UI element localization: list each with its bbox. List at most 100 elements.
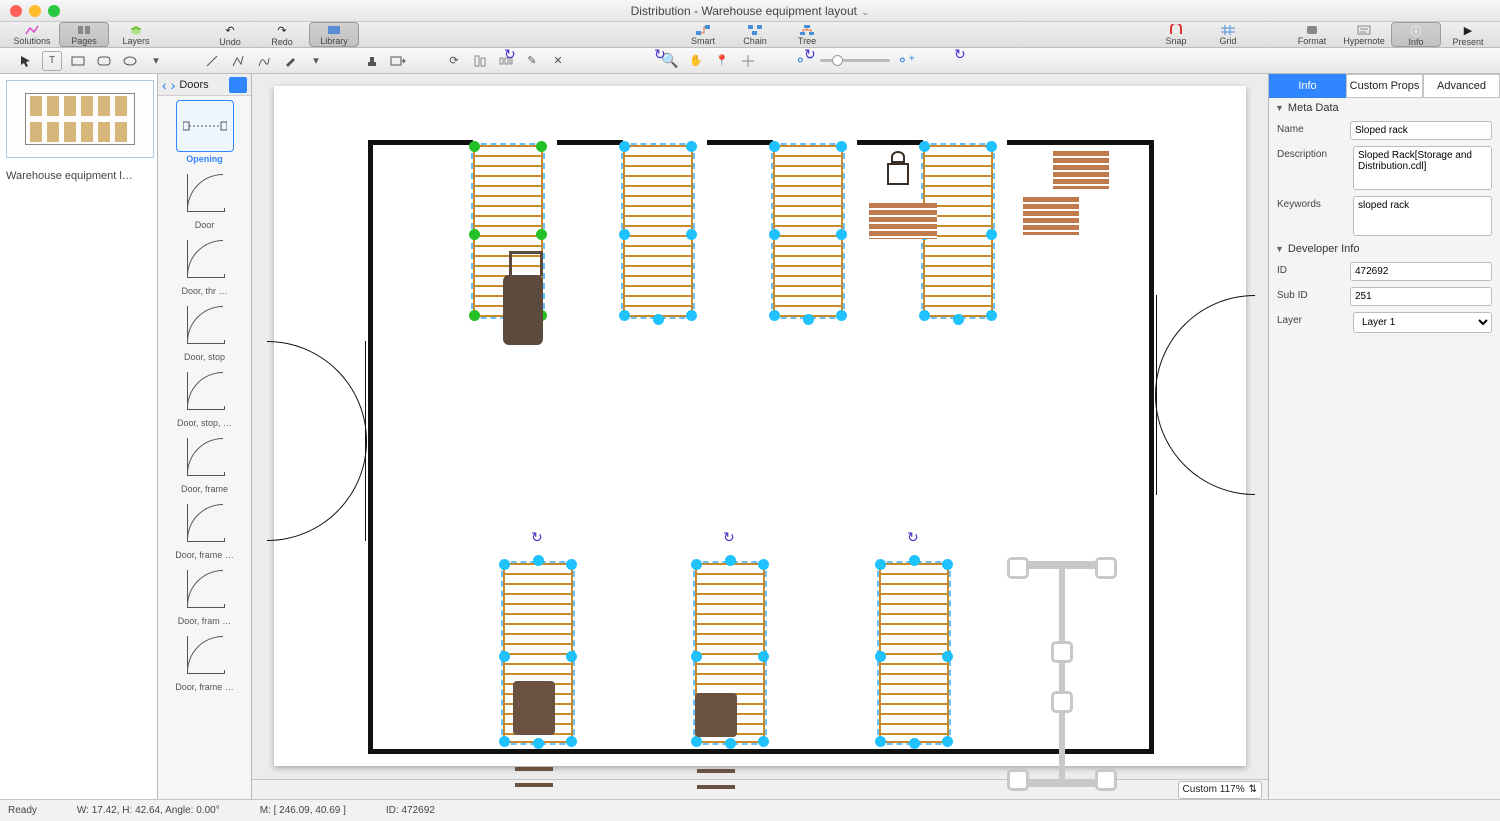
stencil-door-frame3[interactable]: Door, frame … <box>165 628 245 692</box>
pencil-tool[interactable]: ✎ <box>522 51 542 71</box>
refresh-icon[interactable]: ↻ <box>723 529 737 543</box>
refresh-icon[interactable]: ↻ <box>531 529 545 543</box>
pallet-shape[interactable] <box>1053 151 1109 189</box>
title-chevron-icon[interactable]: ⌄ <box>861 7 869 18</box>
refresh-icon[interactable]: ↻ <box>907 529 921 543</box>
tab-advanced[interactable]: Advanced <box>1423 74 1500 98</box>
inspector-tabs: Info Custom Props Advanced <box>1269 74 1500 98</box>
section-developer-info[interactable]: ▼Developer Info <box>1269 239 1500 259</box>
export-tool[interactable] <box>388 51 408 71</box>
keywords-field[interactable]: sloped rack <box>1353 196 1492 236</box>
stencil-list: Opening Door Door, thr … Door, stop Door… <box>158 96 251 799</box>
line-tool[interactable] <box>202 51 222 71</box>
info-button[interactable]: ⓘInfo <box>1391 22 1441 47</box>
stencil-door-frame[interactable]: Door, frame <box>165 430 245 494</box>
description-field[interactable]: Sloped Rack[Storage and Distribution.cdl… <box>1353 146 1492 190</box>
stencil-door[interactable]: Door <box>165 166 245 230</box>
redo-button[interactable]: ↷Redo <box>257 22 307 47</box>
tab-info[interactable]: Info <box>1269 74 1346 98</box>
refresh-icon[interactable]: ↻ <box>654 46 668 60</box>
pallet-shape[interactable] <box>869 203 937 239</box>
pallet-lift-shape[interactable] <box>883 151 913 187</box>
stencil-door-thr[interactable]: Door, thr … <box>165 232 245 296</box>
tree-connector-button[interactable]: Tree <box>782 22 832 47</box>
name-label: Name <box>1277 121 1344 135</box>
library-fwd-icon[interactable]: › <box>171 77 176 93</box>
zoom-slider[interactable] <box>820 59 890 62</box>
door-shape[interactable] <box>1155 395 1255 495</box>
spline-tool[interactable] <box>254 51 274 71</box>
rect-tool[interactable] <box>68 51 88 71</box>
layer-select[interactable]: Layer 1 <box>1353 312 1492 333</box>
stencil-door-frame2[interactable]: Door, frame … <box>165 496 245 560</box>
select-tool[interactable] <box>16 51 36 71</box>
layers-button[interactable]: Layers <box>111 22 161 47</box>
status-id: ID: 472692 <box>386 805 435 816</box>
description-label: Description <box>1277 146 1347 160</box>
pallet-jack-shape[interactable] <box>695 693 737 737</box>
stencil-opening[interactable]: Opening <box>165 100 245 164</box>
canvas-area: ↻ ↻ ↻ ↻ <box>252 74 1268 799</box>
grid-button[interactable]: Grid <box>1203 22 1253 47</box>
line-dropdown[interactable]: ▾ <box>306 51 326 71</box>
subid-field[interactable] <box>1350 287 1492 306</box>
pen-tool[interactable] <box>280 51 300 71</box>
library-panel: ‹ › Doors Opening Door Door, thr … Door,… <box>158 74 252 799</box>
stencil-door-stop[interactable]: Door, stop <box>165 298 245 362</box>
guide-tool[interactable] <box>738 51 758 71</box>
forklift-shape[interactable] <box>503 275 543 345</box>
refresh-icon[interactable]: ↻ <box>804 46 818 60</box>
poly-tool[interactable] <box>228 51 248 71</box>
library-back-icon[interactable]: ‹ <box>162 77 167 93</box>
trolley-shape[interactable] <box>1011 561 1113 787</box>
format-button[interactable]: Format <box>1287 22 1337 47</box>
zoom-plus-icon[interactable]: ⚬⁺ <box>896 51 916 71</box>
stencil-door-stop2[interactable]: Door, stop, … <box>165 364 245 428</box>
undo-button[interactable]: ↶Undo <box>205 22 255 47</box>
zoom-dropdown[interactable]: Custom 117%⇅ <box>1178 781 1262 799</box>
refresh-icon[interactable]: ↻ <box>954 46 968 60</box>
status-mouse: M: [ 246.09, 40.69 ] <box>260 805 346 816</box>
library-category[interactable]: Doors <box>179 79 208 91</box>
shape-dropdown[interactable]: ▾ <box>146 51 166 71</box>
chain-connector-button[interactable]: Chain <box>730 22 780 47</box>
align-tool[interactable] <box>470 51 490 71</box>
pallet-shape[interactable] <box>1023 197 1079 235</box>
pin-tool[interactable]: 📍 <box>712 51 732 71</box>
page-thumbnail[interactable] <box>6 80 154 158</box>
roundrect-tool[interactable] <box>94 51 114 71</box>
window-title: Distribution - Warehouse equipment layou… <box>0 4 1500 18</box>
solutions-button[interactable]: Solutions <box>7 22 57 47</box>
pages-button[interactable]: Pages <box>59 22 109 47</box>
hypernote-button[interactable]: Hypernote <box>1339 22 1389 47</box>
status-ready: Ready <box>8 805 37 816</box>
eraser-tool[interactable]: ✕ <box>548 51 568 71</box>
drawing-page[interactable]: ↻ ↻ ↻ ↻ <box>274 86 1246 766</box>
sloped-rack[interactable] <box>879 563 949 743</box>
tab-custom-props[interactable]: Custom Props <box>1346 74 1423 98</box>
section-meta-data[interactable]: ▼Meta Data <box>1269 98 1500 118</box>
door-shape[interactable] <box>267 441 367 541</box>
library-button[interactable]: Library <box>309 22 359 47</box>
tool-toolbar: T ▾ ▾ ⟳ ✎ ✕ 🔍 ✋ 📍 ⚬⁻ ⚬⁺ <box>0 48 1500 74</box>
page-name-label: Warehouse equipment l… <box>6 170 151 182</box>
sloped-rack[interactable] <box>773 145 843 317</box>
door-shape[interactable] <box>1155 295 1255 395</box>
text-tool[interactable]: T <box>42 51 62 71</box>
rotate-tool[interactable]: ⟳ <box>444 51 464 71</box>
sloped-rack[interactable] <box>623 145 693 317</box>
snap-button[interactable]: Snap <box>1151 22 1201 47</box>
door-shape[interactable] <box>267 341 367 441</box>
smart-connector-button[interactable]: Smart <box>678 22 728 47</box>
refresh-icon[interactable]: ↻ <box>504 46 518 60</box>
status-dimensions: W: 17.42, H: 42.64, Angle: 0.00° <box>77 805 220 816</box>
stamp-tool[interactable] <box>362 51 382 71</box>
present-button[interactable]: ▶Present <box>1443 22 1493 47</box>
pallet-jack-shape[interactable] <box>513 681 555 735</box>
id-field[interactable] <box>1350 262 1492 281</box>
library-menu-icon[interactable] <box>229 77 247 93</box>
stencil-door-fram[interactable]: Door, fram … <box>165 562 245 626</box>
hand-tool[interactable]: ✋ <box>686 51 706 71</box>
ellipse-tool[interactable] <box>120 51 140 71</box>
name-field[interactable] <box>1350 121 1492 140</box>
